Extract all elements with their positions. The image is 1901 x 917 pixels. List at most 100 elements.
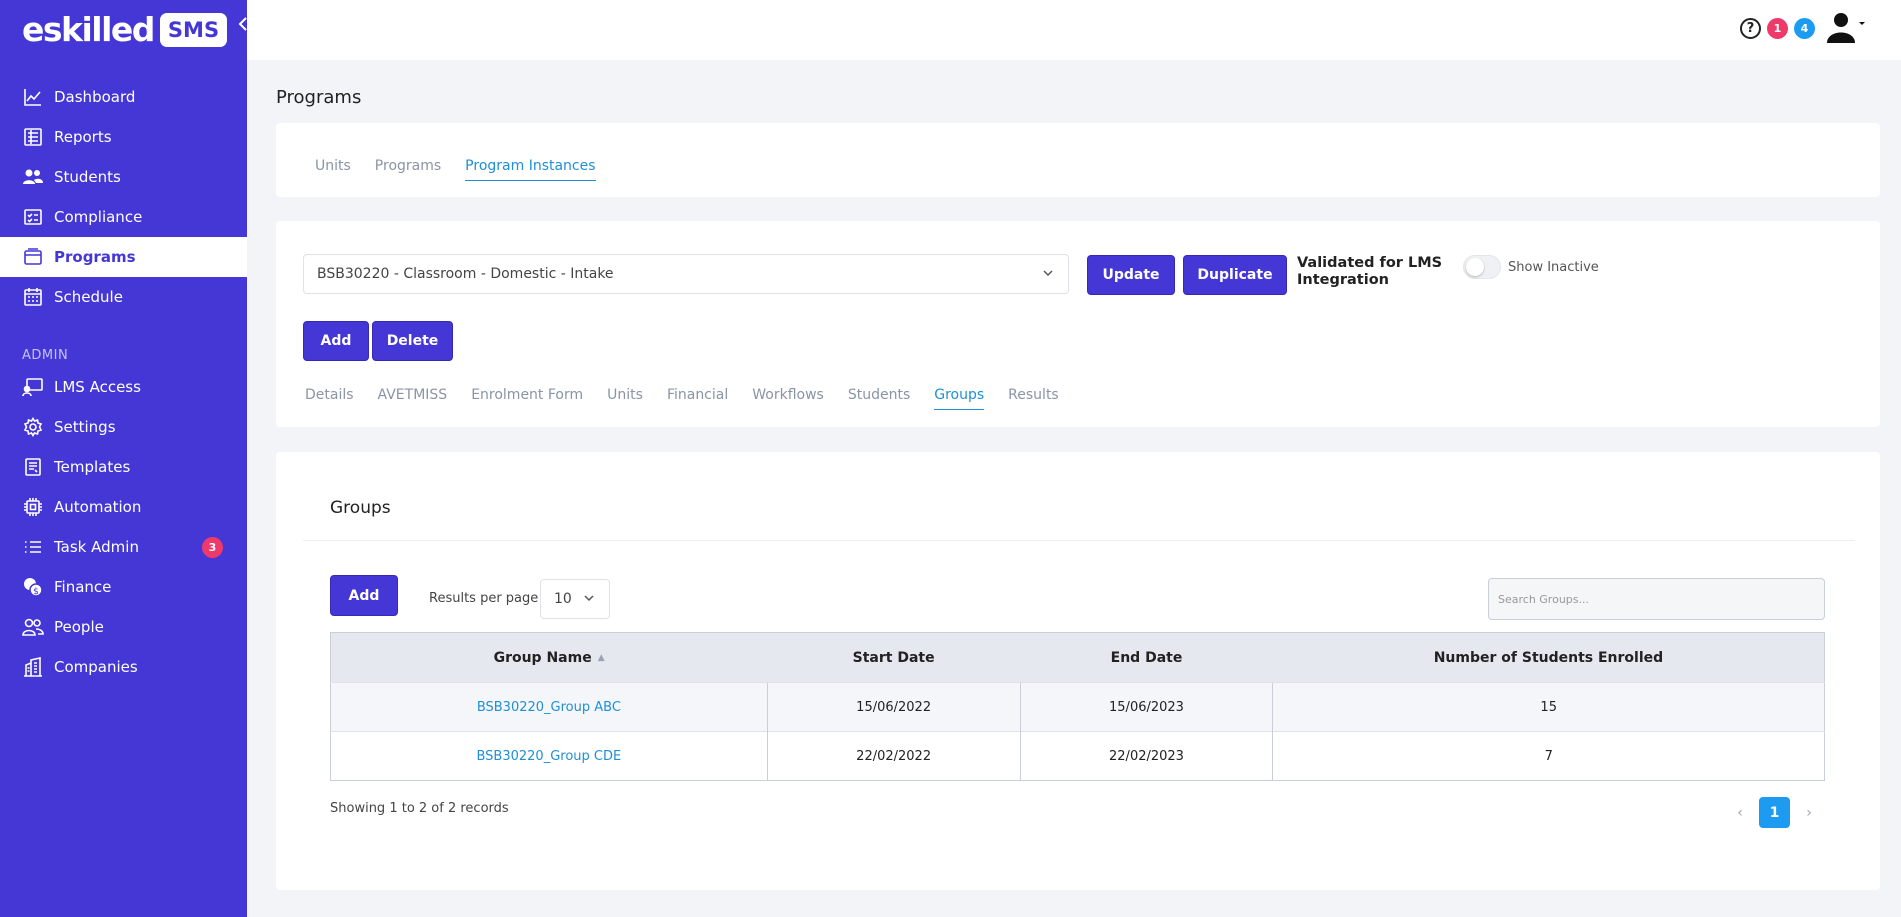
sidebar-item-label: Compliance — [54, 208, 143, 226]
tab-financial[interactable]: Financial — [667, 387, 728, 410]
program-instance-value: BSB30220 - Classroom - Domestic - Intake — [317, 266, 614, 282]
column-header-end-date[interactable]: End Date — [1020, 632, 1273, 683]
update-button[interactable]: Update — [1087, 255, 1175, 295]
sidebar-item-label: LMS Access — [54, 378, 141, 396]
list-icon — [22, 536, 44, 558]
sidebar-item-students[interactable]: Students — [0, 157, 247, 197]
sidebar-item-programs[interactable]: Programs — [0, 237, 247, 277]
admin-section-label: ADMIN — [22, 348, 69, 363]
sidebar-item-label: People — [54, 618, 104, 636]
sidebar-item-label: Schedule — [54, 288, 123, 306]
sidebar-item-automation[interactable]: Automation — [0, 487, 247, 527]
chevron-down-icon — [583, 592, 595, 608]
people-icon — [22, 616, 44, 638]
delete-instance-button[interactable]: Delete — [372, 321, 453, 361]
column-header-group-name[interactable]: Group Name ▲ — [330, 632, 768, 683]
sidebar-item-companies[interactable]: Companies — [0, 647, 247, 687]
sidebar-item-settings[interactable]: Settings — [0, 407, 247, 447]
sidebar-item-dashboard[interactable]: Dashboard — [0, 77, 247, 117]
tab-units[interactable]: Units — [607, 387, 643, 410]
table-row: BSB30220_Group CDE 22/02/2022 22/02/2023… — [330, 731, 1825, 781]
end-date-cell: 22/02/2023 — [1019, 731, 1273, 781]
tab-program-instances[interactable]: Program Instances — [465, 158, 596, 181]
sidebar-item-compliance[interactable]: Compliance — [0, 197, 247, 237]
chart-line-icon — [22, 86, 44, 108]
tab-programs[interactable]: Programs — [375, 158, 441, 181]
show-inactive-toggle[interactable] — [1463, 255, 1501, 279]
help-icon[interactable]: ? — [1740, 17, 1761, 39]
topbar-actions: ? 1 4 — [1740, 12, 1867, 44]
chip-icon — [22, 496, 44, 518]
template-icon — [22, 456, 44, 478]
sidebar-item-label: Programs — [54, 248, 136, 266]
search-groups-input[interactable] — [1488, 578, 1825, 620]
sidebar-item-label: Reports — [54, 128, 112, 146]
tab-workflows[interactable]: Workflows — [752, 387, 824, 410]
duplicate-button[interactable]: Duplicate — [1183, 255, 1287, 295]
lms-icon — [22, 376, 44, 398]
sort-asc-icon: ▲ — [597, 652, 605, 663]
results-per-page-select[interactable]: 10 — [540, 579, 610, 619]
sidebar-item-reports[interactable]: Reports — [0, 117, 247, 157]
records-summary: Showing 1 to 2 of 2 records — [330, 801, 509, 816]
divider — [303, 540, 1855, 541]
table-row: BSB30220_Group ABC 15/06/2022 15/06/2023… — [330, 682, 1825, 732]
tab-groups[interactable]: Groups — [934, 387, 985, 410]
chevron-down-icon — [1042, 267, 1054, 283]
building-icon — [22, 656, 44, 678]
tab-students[interactable]: Students — [848, 387, 910, 410]
start-date-cell: 22/02/2022 — [766, 731, 1021, 781]
notification-badge[interactable]: 1 — [1767, 17, 1788, 39]
sidebar-item-label: Finance — [54, 578, 112, 596]
results-per-page-label: Results per page — [429, 591, 539, 606]
sidebar-item-schedule[interactable]: Schedule — [0, 277, 247, 317]
section-tabs: Units Programs Program Instances — [315, 158, 620, 181]
calendar-icon — [22, 286, 44, 308]
page-button-current[interactable]: 1 — [1759, 797, 1790, 828]
tab-avetmiss[interactable]: AVETMISS — [378, 387, 448, 410]
sidebar-item-label: Students — [54, 168, 121, 186]
sidebar-item-label: Dashboard — [54, 88, 136, 106]
group-name-link[interactable]: BSB30220_Group ABC — [477, 700, 621, 715]
sidebar: eskilled SMS Dashboard Reports Students — [0, 0, 247, 917]
next-page-icon[interactable]: › — [1800, 805, 1818, 821]
page-title: Programs — [276, 87, 362, 108]
gear-icon — [22, 416, 44, 438]
topbar: ? 1 4 — [247, 0, 1901, 60]
brand-badge: SMS — [159, 13, 228, 47]
sidebar-item-label: Companies — [54, 658, 138, 676]
groups-title: Groups — [330, 498, 391, 518]
students-count-cell: 15 — [1272, 682, 1825, 732]
column-header-start-date[interactable]: Start Date — [767, 632, 1021, 683]
column-header-students-enrolled[interactable]: Number of Students Enrolled — [1272, 632, 1825, 683]
sidebar-item-task-admin[interactable]: Task Admin 3 — [0, 527, 247, 567]
programs-icon — [22, 246, 44, 268]
user-avatar-icon[interactable] — [1827, 12, 1867, 44]
sidebar-item-finance[interactable]: $ Finance — [0, 567, 247, 607]
sidebar-item-templates[interactable]: Templates — [0, 447, 247, 487]
program-instance-select[interactable]: BSB30220 - Classroom - Domestic - Intake — [303, 254, 1069, 294]
logo[interactable]: eskilled SMS — [22, 10, 228, 50]
students-count-cell: 7 — [1272, 731, 1825, 781]
tab-results[interactable]: Results — [1008, 387, 1059, 410]
brand-name: eskilled — [22, 10, 155, 49]
sidebar-item-lms-access[interactable]: LMS Access — [0, 367, 247, 407]
sidebar-item-label: Task Admin — [54, 538, 139, 556]
sidebar-item-label: Settings — [54, 418, 116, 436]
message-badge[interactable]: 4 — [1794, 17, 1815, 39]
groups-table: Group Name ▲ Start Date End Date Number o… — [330, 632, 1825, 781]
group-name-cell: BSB30220_Group CDE — [330, 731, 768, 781]
groups-card: Groups Add Results per page 10 Group Nam… — [276, 452, 1880, 890]
previous-page-icon[interactable]: ‹ — [1731, 805, 1749, 821]
add-group-button[interactable]: Add — [330, 575, 398, 616]
program-instance-card: BSB30220 - Classroom - Domestic - Intake… — [276, 221, 1880, 427]
add-instance-button[interactable]: Add — [303, 321, 369, 361]
sidebar-item-people[interactable]: People — [0, 607, 247, 647]
tab-details[interactable]: Details — [305, 387, 354, 410]
group-name-cell: BSB30220_Group ABC — [330, 682, 768, 732]
tab-enrolment-form[interactable]: Enrolment Form — [471, 387, 583, 410]
checklist-icon — [22, 206, 44, 228]
group-name-link[interactable]: BSB30220_Group CDE — [476, 749, 621, 764]
pagination: ‹ 1 › — [1731, 797, 1818, 828]
tab-units[interactable]: Units — [315, 158, 351, 181]
